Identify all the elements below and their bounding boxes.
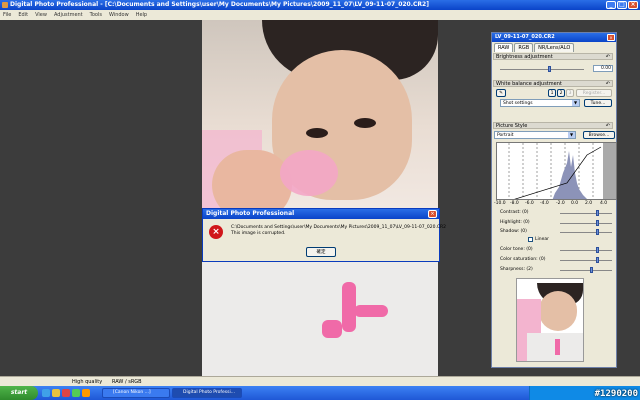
quicklaunch-app-icon[interactable]	[72, 389, 80, 397]
preview-thumbnail	[516, 278, 584, 362]
histogram-chart	[508, 143, 616, 199]
menu-view[interactable]: View	[35, 10, 47, 20]
picture-style-label: Picture Style	[496, 123, 528, 129]
white-balance-reset-icon[interactable]: ↶	[606, 81, 610, 88]
brightness-section: Brightness adjustment ↶	[493, 53, 613, 60]
app-icon	[2, 2, 8, 8]
highlight-label: Highlight: (0)	[500, 220, 530, 225]
white-balance-label: White balance adjustment	[496, 81, 562, 87]
ok-button[interactable]: 確定	[306, 247, 336, 257]
sharpness-slider-thumb[interactable]	[590, 267, 593, 273]
menu-window[interactable]: Window	[109, 10, 129, 20]
shadow-slider-thumb[interactable]	[596, 229, 599, 235]
hist-tick-3: -4.0	[540, 201, 549, 206]
highlight-slider-thumb[interactable]	[596, 220, 599, 226]
menu-file[interactable]: File	[3, 10, 11, 20]
tab-raw[interactable]: RAW	[494, 43, 514, 52]
start-button[interactable]: start	[0, 386, 38, 400]
register-button[interactable]: Register...	[576, 89, 612, 97]
hist-tick-2: -6.0	[525, 201, 534, 206]
hist-tick-0: -10.0	[494, 201, 506, 206]
wb-preset-2-button[interactable]: 2	[557, 89, 565, 97]
taskbar: start [Canon Nikon ...] Digital Photo Pr…	[0, 386, 640, 400]
dialog-close-button[interactable]: ×	[428, 210, 437, 218]
menu-help[interactable]: Help	[136, 10, 147, 20]
maximize-button[interactable]: □	[617, 1, 627, 9]
close-button[interactable]: ×	[628, 1, 638, 9]
taskbar-item-browser[interactable]: [Canon Nikon ...]	[102, 388, 170, 398]
picture-style-select[interactable]: Portrait ▼	[494, 131, 576, 139]
palette-title: LV_09-11-07_020.CR2	[492, 33, 616, 42]
photo-preview	[202, 20, 438, 376]
watermark-text: #1290200	[594, 389, 638, 399]
color-tone-slider-thumb[interactable]	[596, 247, 599, 253]
quicklaunch-firefox-icon[interactable]	[82, 389, 90, 397]
menu-tools[interactable]: Tools	[90, 10, 102, 20]
window-title: Digital Photo Professional - [C:\Documen…	[10, 1, 429, 8]
minimize-button[interactable]: _	[606, 1, 616, 9]
histogram	[496, 142, 617, 200]
contrast-slider-thumb[interactable]	[596, 210, 599, 216]
white-balance-section: White balance adjustment ↶	[493, 80, 613, 87]
tab-rgb[interactable]: RGB	[514, 43, 534, 52]
shadow-slider-track[interactable]	[560, 232, 612, 233]
sharpness-slider-track[interactable]	[560, 270, 612, 271]
hist-tick-1: -8.0	[510, 201, 519, 206]
status-color-space: RAW / sRGB	[112, 379, 142, 385]
highlight-slider-track[interactable]	[560, 223, 612, 224]
quicklaunch-media-icon[interactable]	[62, 389, 70, 397]
contrast-label: Contrast: (0)	[500, 210, 529, 215]
color-tone-slider-track[interactable]	[560, 250, 612, 251]
sharpness-label: Sharpness: (2)	[500, 267, 533, 272]
quicklaunch-ie-icon[interactable]	[42, 389, 50, 397]
error-icon: ×	[209, 225, 223, 239]
picture-style-section: Picture Style ↶	[493, 122, 613, 129]
hist-tick-5: 0.0	[571, 201, 579, 206]
linear-checkbox[interactable]	[528, 237, 533, 242]
tune-button[interactable]: Tune...	[584, 99, 612, 107]
palette-close-button[interactable]: ×	[607, 34, 615, 41]
brightness-slider-thumb[interactable]	[548, 66, 551, 72]
error-dialog: Digital Photo Professional × × C:\Docume…	[202, 208, 446, 262]
color-saturation-label: Color saturation: (0)	[500, 257, 546, 262]
picture-style-reset-icon[interactable]: ↶	[606, 123, 610, 130]
taskbar-item-dpp[interactable]: Digital Photo Professi...	[172, 388, 242, 398]
color-saturation-slider-thumb[interactable]	[596, 257, 599, 263]
dialog-title: Digital Photo Professional	[203, 209, 439, 219]
brightness-reset-icon[interactable]: ↶	[606, 54, 610, 61]
status-quality: High quality	[72, 379, 103, 385]
brightness-value-field[interactable]: 0.00	[593, 65, 613, 72]
contrast-slider-track[interactable]	[560, 213, 612, 214]
app-title-bar: Digital Photo Professional - [C:\Documen…	[0, 0, 640, 10]
white-balance-select[interactable]: Shot settings ▼	[500, 99, 580, 107]
menu-adjustment[interactable]: Adjustment	[54, 10, 83, 20]
color-tone-label: Color tone: (0)	[500, 247, 533, 252]
tab-nr-lens-alo[interactable]: NR/Lens/ALO	[534, 43, 575, 52]
dialog-message-text: This image is corrupted.	[231, 231, 286, 236]
quicklaunch-folder-icon[interactable]	[52, 389, 60, 397]
status-bar: High quality RAW / sRGB	[0, 376, 640, 386]
hist-tick-7: 4.0	[600, 201, 608, 206]
hist-tick-6: 2.0	[585, 201, 593, 206]
brightness-slider-track[interactable]	[500, 69, 584, 70]
hist-tick-4: -2.0	[556, 201, 565, 206]
menu-edit[interactable]: Edit	[18, 10, 28, 20]
shadow-label: Shadow: (0)	[500, 229, 527, 234]
wb-preset-3-button[interactable]: 3	[566, 89, 574, 97]
browse-button[interactable]: Browse...	[583, 131, 615, 139]
menu-bar: File Edit View Adjustment Tools Window H…	[0, 10, 640, 20]
linear-label: Linear	[535, 237, 549, 242]
wb-preset-1-button[interactable]: 1	[548, 89, 556, 97]
brightness-label: Brightness adjustment	[496, 54, 553, 60]
color-saturation-slider-track[interactable]	[560, 260, 612, 261]
eyedropper-button[interactable]: ✎	[496, 89, 506, 97]
